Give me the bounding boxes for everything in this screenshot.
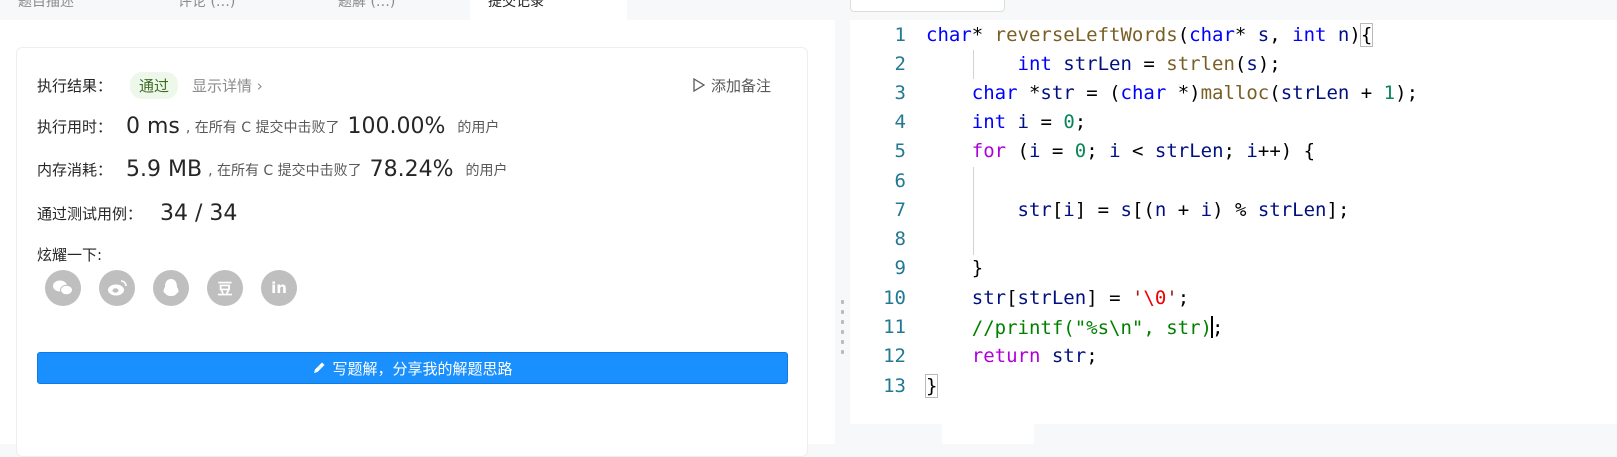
- runtime-beat-text: , 在所有 C 提交中击败了: [185, 119, 340, 136]
- runtime-percent: 100.00%: [347, 114, 446, 139]
- tab-bar: 题目描述 评论 (…) 题解 (…) 提交记录: [0, 0, 835, 20]
- runtime-users: 的用户: [457, 119, 500, 136]
- memory-value: 5.9 MB: [126, 157, 203, 182]
- line-number: 4: [894, 111, 906, 133]
- share-label: 炫耀一下:: [37, 246, 103, 264]
- drag-handle-icon[interactable]: [841, 300, 844, 362]
- share-row-label: 炫耀一下:: [37, 244, 102, 265]
- share-buttons: 豆 in: [45, 270, 297, 306]
- console-tab[interactable]: [942, 424, 1034, 444]
- tests-label: 通过测试用例：: [37, 205, 143, 223]
- line-number: 12: [883, 345, 906, 367]
- line-number: 9: [894, 257, 906, 279]
- add-note-label: 添加备注: [710, 77, 771, 95]
- result-row: 执行结果： 通过 显示详情 ›: [37, 72, 263, 99]
- line-number: 5: [894, 140, 906, 162]
- result-label: 执行结果：: [37, 77, 113, 95]
- code-line-11: //printf("%s\n", str);: [971, 316, 1224, 339]
- code-line-12: return str;: [971, 345, 1098, 367]
- line-number: 7: [894, 199, 906, 221]
- panel-splitter[interactable]: [835, 0, 850, 444]
- douban-glyph: 豆: [217, 279, 233, 298]
- write-solution-button[interactable]: 写题解，分享我的解题思路: [37, 352, 788, 384]
- pencil-icon: [314, 362, 325, 373]
- linkedin-icon[interactable]: in: [261, 270, 297, 306]
- code-line-9: }: [926, 257, 984, 279]
- code-line-2: int strLen = strlen(s);: [1017, 53, 1281, 75]
- memory-beat-text: , 在所有 C 提交中击败了: [208, 162, 362, 179]
- memory-percent: 78.24%: [369, 157, 454, 182]
- code-line-4: int i = 0;: [971, 111, 1087, 133]
- code-line-3: char *str = (char *)malloc(strLen + 1);: [971, 82, 1419, 104]
- line-number: 10: [883, 287, 906, 309]
- linkedin-glyph: in: [271, 279, 287, 297]
- line-number: 2: [894, 53, 906, 75]
- line-number: 13: [883, 375, 906, 397]
- write-solution-label: 写题解，分享我的解题思路: [332, 359, 513, 378]
- runtime-label: 执行用时：: [37, 118, 113, 136]
- language-select[interactable]: [850, 0, 1005, 12]
- line-number: 8: [894, 228, 906, 250]
- line-number: 1: [894, 24, 906, 46]
- line-number: 11: [883, 316, 906, 338]
- runtime-row: 执行用时： 0 ms , 在所有 C 提交中击败了 100.00% 的用户: [37, 114, 499, 139]
- douban-icon[interactable]: 豆: [207, 270, 243, 306]
- memory-users: 的用户: [465, 162, 508, 179]
- text-cursor: [1210, 316, 1213, 338]
- code-line-13: }: [924, 374, 939, 398]
- flag-icon: [693, 78, 705, 93]
- show-details-link[interactable]: 显示详情 ›: [192, 75, 263, 96]
- wechat-icon[interactable]: [45, 270, 81, 306]
- line-number: 3: [894, 82, 906, 104]
- code-editor[interactable]: 1 2 3 4 5 6 7 8 9 10 11 12 13 char* reve…: [850, 20, 1617, 424]
- tests-value: 34 / 34: [160, 201, 238, 226]
- code-line-10: str[strLen] = '\0';: [971, 287, 1190, 309]
- status-badge: 通过: [130, 72, 179, 99]
- code-line-7: str[i] = s[(n + i) % strLen];: [1017, 199, 1350, 221]
- runtime-value: 0 ms: [126, 114, 180, 139]
- memory-label: 内存消耗：: [37, 161, 113, 179]
- memory-row: 内存消耗： 5.9 MB , 在所有 C 提交中击败了 78.24% 的用户: [37, 157, 508, 182]
- code-line-5: for (i = 0; i < strLen; i++) {: [971, 140, 1316, 162]
- result-card: 执行结果： 通过 显示详情 › 添加备注 执行用时： 0 ms , 在所有 C …: [16, 47, 808, 457]
- submission-panel: 执行结果： 通过 显示详情 › 添加备注 执行用时： 0 ms , 在所有 C …: [0, 20, 835, 457]
- code-line-1: char* reverseLeftWords(char* s, int n){: [926, 23, 1374, 47]
- line-number: 6: [894, 170, 906, 192]
- tab-submissions[interactable]: 提交记录: [470, 0, 627, 20]
- tab-comments[interactable]: 评论 (…): [160, 0, 310, 20]
- editor-bottom-bar: [850, 424, 1617, 444]
- tests-row: 通过测试用例： 34 / 34: [37, 201, 237, 226]
- qq-icon[interactable]: [153, 270, 189, 306]
- tab-description[interactable]: 题目描述: [0, 0, 150, 20]
- weibo-icon[interactable]: [99, 270, 135, 306]
- tab-solutions[interactable]: 题解 (…): [320, 0, 470, 20]
- add-note-button[interactable]: 添加备注: [693, 75, 771, 96]
- editor-toolbar: [850, 0, 1617, 20]
